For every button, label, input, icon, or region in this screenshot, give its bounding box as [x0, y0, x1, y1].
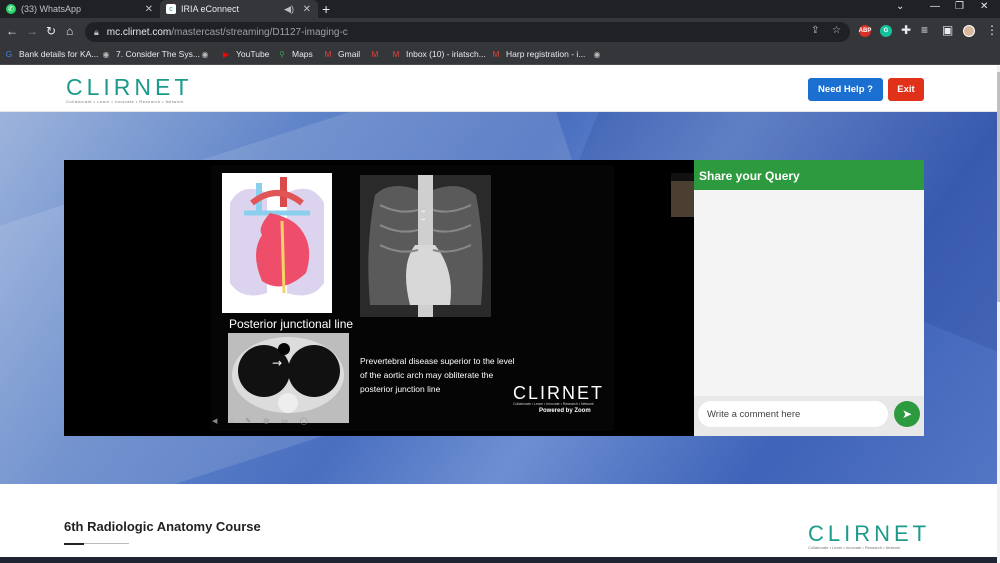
bookmark-label: Gmail	[338, 49, 361, 59]
minimize-icon[interactable]: —	[930, 1, 940, 12]
presentation-slide: → → Posterior junctional line → Preverte…	[211, 165, 749, 431]
svg-text:→: →	[420, 208, 425, 215]
bottom-strip	[0, 557, 1000, 563]
maps-pin-icon: ⚲	[279, 49, 285, 59]
media-control-icon[interactable]: ≡	[921, 23, 928, 37]
extensions-puzzle-icon[interactable]: ✚	[901, 23, 911, 37]
svg-text:→: →	[272, 356, 282, 370]
share-icon[interactable]: ⇪	[811, 25, 819, 36]
bookmark-item[interactable]: ◉	[200, 49, 215, 59]
svg-text:→: →	[420, 216, 425, 223]
home-icon[interactable]: ⌂	[66, 24, 73, 38]
adblock-icon[interactable]: ABP	[859, 25, 871, 37]
query-panel-title: Share your Query	[694, 160, 924, 190]
lock-icon: 🔒︎	[94, 26, 99, 37]
window-close-icon[interactable]: ✕	[980, 1, 988, 12]
slide-label: Posterior junctional line	[229, 317, 354, 331]
browser-tab-strip: ✆ (33) WhatsApp ✕ c IRIA eConnect ◀) ✕ +…	[0, 0, 1000, 18]
tab-search-icon[interactable]: ⌄	[896, 1, 904, 12]
tab-title: IRIA eConnect	[181, 4, 240, 14]
forward-icon[interactable]: →	[26, 24, 38, 38]
title-underline-rule	[84, 543, 129, 544]
query-panel: Share your Query ➤	[694, 160, 924, 436]
slide-caption: Prevertebral disease superior to the lev…	[360, 356, 515, 394]
comment-input[interactable]	[698, 401, 888, 427]
powered-by-zoom: Powered by Zoom	[539, 408, 591, 414]
side-panel-icon[interactable]: ▣	[942, 23, 953, 37]
footer-clirnet-logo: CLIRNET Collaborate • Learn • Innovate •…	[808, 521, 930, 550]
youtube-icon: ▶	[222, 49, 230, 59]
globe-icon: ◉	[593, 49, 601, 59]
bookmark-item[interactable]: M	[370, 49, 385, 59]
site-header: CLIRNET Collaborate • Learn • Innovate •…	[0, 66, 997, 112]
title-underline	[64, 543, 84, 545]
exit-button[interactable]: Exit	[888, 78, 924, 101]
address-toolbar: ← → ↻ ⌂ 🔒︎ mc.clirnet.com/mastercast/str…	[0, 18, 1000, 45]
send-button[interactable]: ➤	[894, 401, 920, 427]
new-tab-button[interactable]: +	[322, 1, 330, 17]
url-path: /mastercast/streaming/D1127-imaging-c	[171, 26, 348, 38]
video-player[interactable]: → → Posterior junctional line → Preverte…	[64, 160, 749, 436]
reload-icon[interactable]: ↻	[46, 24, 56, 38]
close-icon[interactable]: ✕	[303, 4, 311, 15]
bookmark-label: YouTube	[236, 49, 270, 59]
gmail-icon: M	[324, 49, 332, 59]
profile-avatar[interactable]	[963, 25, 975, 37]
whatsapp-icon: ✆	[6, 4, 16, 14]
bookmark-item[interactable]: ◉	[592, 49, 607, 59]
send-icon: ➤	[901, 407, 913, 421]
logo-tagline: Collaborate • Learn • Innovate • Researc…	[66, 99, 184, 104]
gmail-icon: M	[392, 49, 400, 59]
bookmark-item[interactable]: ▶ YouTube	[221, 49, 269, 59]
bookmark-label: Bank details for KA...	[19, 49, 99, 59]
bookmark-label: Harp registration - i...	[506, 49, 586, 59]
chest-xray-image: → →	[360, 175, 491, 317]
logo-wordmark: CLIRNET	[66, 74, 193, 100]
bookmark-item[interactable]: M Harp registration - i...	[491, 49, 586, 59]
slide-annotation-controls[interactable]: ◀ ◌ ✎ ◎ ▭ ◯	[212, 417, 313, 425]
speaker-icon[interactable]: ◀)	[284, 4, 294, 15]
need-help-button[interactable]: Need Help ?	[808, 78, 883, 101]
watermark-wordmark: CLIRNET	[513, 383, 605, 403]
bookmark-item[interactable]: G Bank details for KA...	[4, 49, 99, 59]
grammarly-icon[interactable]: G	[880, 25, 892, 37]
globe-icon: ◉	[102, 49, 110, 59]
bookmark-item[interactable]: ◉ 7. Consider The Sys...	[101, 49, 200, 59]
tab-title: (33) WhatsApp	[21, 4, 82, 14]
comment-bar: ➤	[694, 396, 924, 436]
google-icon: G	[5, 49, 13, 59]
gmail-icon: M	[371, 49, 379, 59]
bookmark-star-icon[interactable]: ☆	[832, 25, 841, 36]
stream-hero: → → Posterior junctional line → Preverte…	[0, 112, 997, 484]
restore-icon[interactable]: ❐	[955, 1, 964, 12]
back-icon[interactable]: ←	[6, 24, 18, 38]
ct-scan-image: →	[228, 333, 349, 423]
close-icon[interactable]: ✕	[145, 4, 153, 15]
menu-kebab-icon[interactable]: ⋮	[986, 23, 998, 37]
url-host: mc.clirnet.com	[106, 26, 172, 38]
bookmark-item[interactable]: ⚲ Maps	[277, 49, 313, 59]
url-bar[interactable]: 🔒︎ mc.clirnet.com/mastercast/streaming/D…	[85, 22, 850, 42]
globe-icon: ◉	[201, 49, 209, 59]
bookmark-label: 7. Consider The Sys...	[116, 49, 200, 59]
tab-whatsapp[interactable]: ✆ (33) WhatsApp ✕	[0, 0, 160, 18]
bookmark-item[interactable]: M Inbox (10) - iriatsch...	[391, 49, 486, 59]
watermark-tagline: Collaborate • Learn • Innovate • Researc…	[513, 402, 594, 406]
course-title: 6th Radiologic Anatomy Course	[64, 519, 261, 534]
bookmark-label: Inbox (10) - iriatsch...	[406, 49, 486, 59]
clirnet-watermark: CLIRNET Collaborate • Learn • Innovate •…	[513, 383, 604, 414]
gmail-icon: M	[492, 49, 500, 59]
footer-logo-wordmark: CLIRNET	[808, 521, 931, 546]
heart-diagram-image	[222, 173, 332, 313]
bookmarks-bar: G Bank details for KA... ◉ 7. Consider The…	[0, 45, 1000, 65]
bookmark-label: Maps	[292, 49, 313, 59]
bookmark-item[interactable]: M Gmail	[323, 49, 361, 59]
tab-iria-econnect[interactable]: c IRIA eConnect ◀) ✕	[160, 0, 318, 18]
clirnet-icon: c	[166, 4, 176, 14]
clirnet-logo[interactable]: CLIRNET Collaborate • Learn • Innovate •…	[66, 74, 192, 104]
